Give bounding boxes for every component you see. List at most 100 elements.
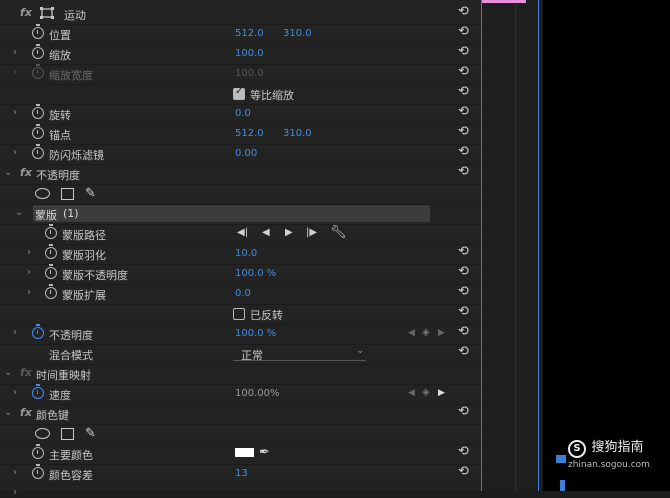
track-forward-one-icon[interactable]: |▶ — [306, 227, 317, 238]
rotation-label: 旋转 — [49, 109, 71, 122]
rotation-value[interactable]: 0.0 — [235, 108, 251, 119]
mask-header-bar[interactable]: 蒙版 (1) — [33, 205, 430, 222]
stopwatch-icon[interactable] — [45, 264, 57, 279]
fx-icon[interactable]: fx — [20, 6, 32, 19]
wrench-icon[interactable]: 🔧︎ — [330, 225, 347, 240]
key-color-swatch[interactable] — [235, 448, 254, 457]
stopwatch-icon[interactable] — [32, 124, 44, 139]
chevron-down-icon[interactable]: ⌄ — [15, 207, 23, 218]
mask-feather-value[interactable]: 10.0 — [235, 248, 257, 259]
chevron-right-icon[interactable]: › — [27, 267, 31, 278]
stopwatch-icon[interactable] — [32, 384, 44, 399]
track-forward-icon[interactable]: ▶ — [285, 227, 293, 238]
reset-icon[interactable]: ⟲ — [458, 45, 472, 59]
reset-icon[interactable]: ⟲ — [458, 145, 472, 159]
timeline-divider — [515, 0, 516, 491]
chevron-right-icon: › — [13, 67, 17, 78]
opacity-value[interactable]: 100.0 % — [235, 328, 276, 339]
fx-icon[interactable]: fx — [20, 406, 32, 419]
chevron-down-icon[interactable]: ⌄ — [4, 407, 12, 418]
time-remap-header-row[interactable]: ⌄ fx 时间重映射 — [0, 364, 481, 385]
add-keyframe-icon[interactable]: ◈ — [422, 327, 430, 338]
stopwatch-icon[interactable] — [45, 284, 57, 299]
stopwatch-icon[interactable] — [32, 324, 44, 339]
next-keyframe-icon[interactable]: ▶ — [438, 388, 445, 398]
reset-icon[interactable]: ⟲ — [458, 325, 472, 339]
opacity-header-row[interactable]: ⌄ fx 不透明度 ⟲ — [0, 164, 481, 185]
reset-icon[interactable]: ⟲ — [458, 125, 472, 139]
pen-icon[interactable]: ✎ — [85, 186, 96, 201]
reset-icon[interactable]: ⟲ — [458, 105, 472, 119]
stopwatch-icon[interactable] — [32, 464, 44, 479]
reset-icon[interactable]: ⟲ — [458, 85, 472, 99]
mask-opacity-value[interactable]: 100.0 % — [235, 268, 276, 279]
reset-icon[interactable]: ⟲ — [458, 465, 472, 479]
motion-header-row[interactable]: fx 运动 ⟲ — [0, 4, 481, 25]
anchor-y-value[interactable]: 310.0 — [283, 128, 312, 139]
scale-width-row: › 缩放宽度 100.0 ⟲ — [0, 64, 481, 85]
chevron-right-icon[interactable]: › — [13, 467, 17, 478]
chevron-right-icon[interactable]: › — [27, 287, 31, 298]
chevron-right-icon[interactable]: › — [13, 387, 17, 398]
stopwatch-icon[interactable] — [45, 244, 57, 259]
track-backward-icon[interactable]: ◀ — [262, 227, 270, 238]
mask-feather-label: 蒙版羽化 — [62, 249, 106, 262]
timeline-area[interactable]: S 搜狗指南 zhinan.sogou.com — [482, 0, 670, 491]
chevron-right-icon[interactable]: › — [13, 147, 17, 158]
chevron-right-icon[interactable]: › — [27, 247, 31, 258]
next-keyframe-icon[interactable]: ▶ — [438, 328, 445, 338]
inverted-checkbox[interactable] — [233, 308, 245, 320]
tolerance-value[interactable]: 13 — [235, 468, 248, 479]
reset-icon[interactable]: ⟲ — [458, 285, 472, 299]
eyedropper-icon[interactable]: ✒ — [259, 445, 270, 460]
playhead-marker[interactable] — [556, 455, 566, 463]
position-y-value[interactable]: 310.0 — [283, 28, 312, 39]
reset-icon[interactable]: ⟲ — [458, 345, 472, 359]
pen-icon[interactable]: ✎ — [85, 426, 96, 441]
chevron-right-icon[interactable]: › — [13, 327, 17, 338]
color-key-header-row[interactable]: ⌄ fx 颜色键 ⟲ — [0, 404, 481, 425]
chevron-right-icon[interactable]: › — [13, 487, 17, 498]
stopwatch-icon[interactable] — [45, 224, 57, 239]
chevron-down-icon[interactable]: ⌄ — [4, 367, 12, 378]
antiflicker-value[interactable]: 0.00 — [235, 148, 257, 159]
clip-bar[interactable] — [482, 0, 526, 3]
stopwatch-icon[interactable] — [32, 104, 44, 119]
reset-icon[interactable]: ⟲ — [458, 165, 472, 179]
mask-expansion-value[interactable]: 0.0 — [235, 288, 251, 299]
ellipse-mask-icon[interactable] — [35, 188, 50, 199]
stopwatch-icon[interactable] — [32, 44, 44, 59]
reset-icon[interactable]: ⟲ — [458, 405, 472, 419]
prev-keyframe-icon[interactable]: ◀ — [408, 328, 415, 338]
speed-value[interactable]: 100.00% — [235, 388, 280, 399]
stopwatch-icon[interactable] — [32, 144, 44, 159]
chevron-down-icon[interactable]: ⌄ — [4, 167, 12, 178]
reset-icon[interactable]: ⟲ — [458, 5, 472, 19]
add-keyframe-icon[interactable]: ◈ — [422, 387, 430, 398]
reset-icon[interactable]: ⟲ — [458, 445, 472, 459]
anchor-x-value[interactable]: 512.0 — [235, 128, 264, 139]
track-backward-one-icon[interactable]: ◀| — [237, 227, 248, 238]
fx-icon[interactable]: fx — [20, 166, 32, 179]
reset-icon[interactable]: ⟲ — [458, 305, 472, 319]
blend-mode-dropdown[interactable]: 正常 ⌄ — [233, 346, 366, 362]
chevron-right-icon[interactable]: › — [13, 47, 17, 58]
prev-keyframe-icon[interactable]: ◀ — [408, 388, 415, 398]
position-x-value[interactable]: 512.0 — [235, 28, 264, 39]
stopwatch-icon[interactable] — [32, 444, 44, 459]
stopwatch-icon[interactable] — [32, 24, 44, 39]
ellipse-mask-icon[interactable] — [35, 428, 50, 439]
mask-header-row[interactable]: ⌄ 蒙版 (1) — [0, 204, 481, 225]
uniform-scale-checkbox[interactable] — [233, 86, 245, 100]
playhead-marker[interactable] — [560, 480, 565, 491]
rectangle-mask-icon[interactable] — [61, 188, 74, 200]
reset-icon[interactable]: ⟲ — [458, 265, 472, 279]
scale-value[interactable]: 100.0 — [235, 48, 264, 59]
blend-mode-row: 混合模式 正常 ⌄ ⟲ — [0, 344, 481, 365]
chevron-right-icon[interactable]: › — [13, 107, 17, 118]
reset-icon[interactable]: ⟲ — [458, 25, 472, 39]
playhead-line[interactable] — [538, 0, 539, 491]
reset-icon[interactable]: ⟲ — [458, 65, 472, 79]
reset-icon[interactable]: ⟲ — [458, 245, 472, 259]
rectangle-mask-icon[interactable] — [61, 428, 74, 440]
